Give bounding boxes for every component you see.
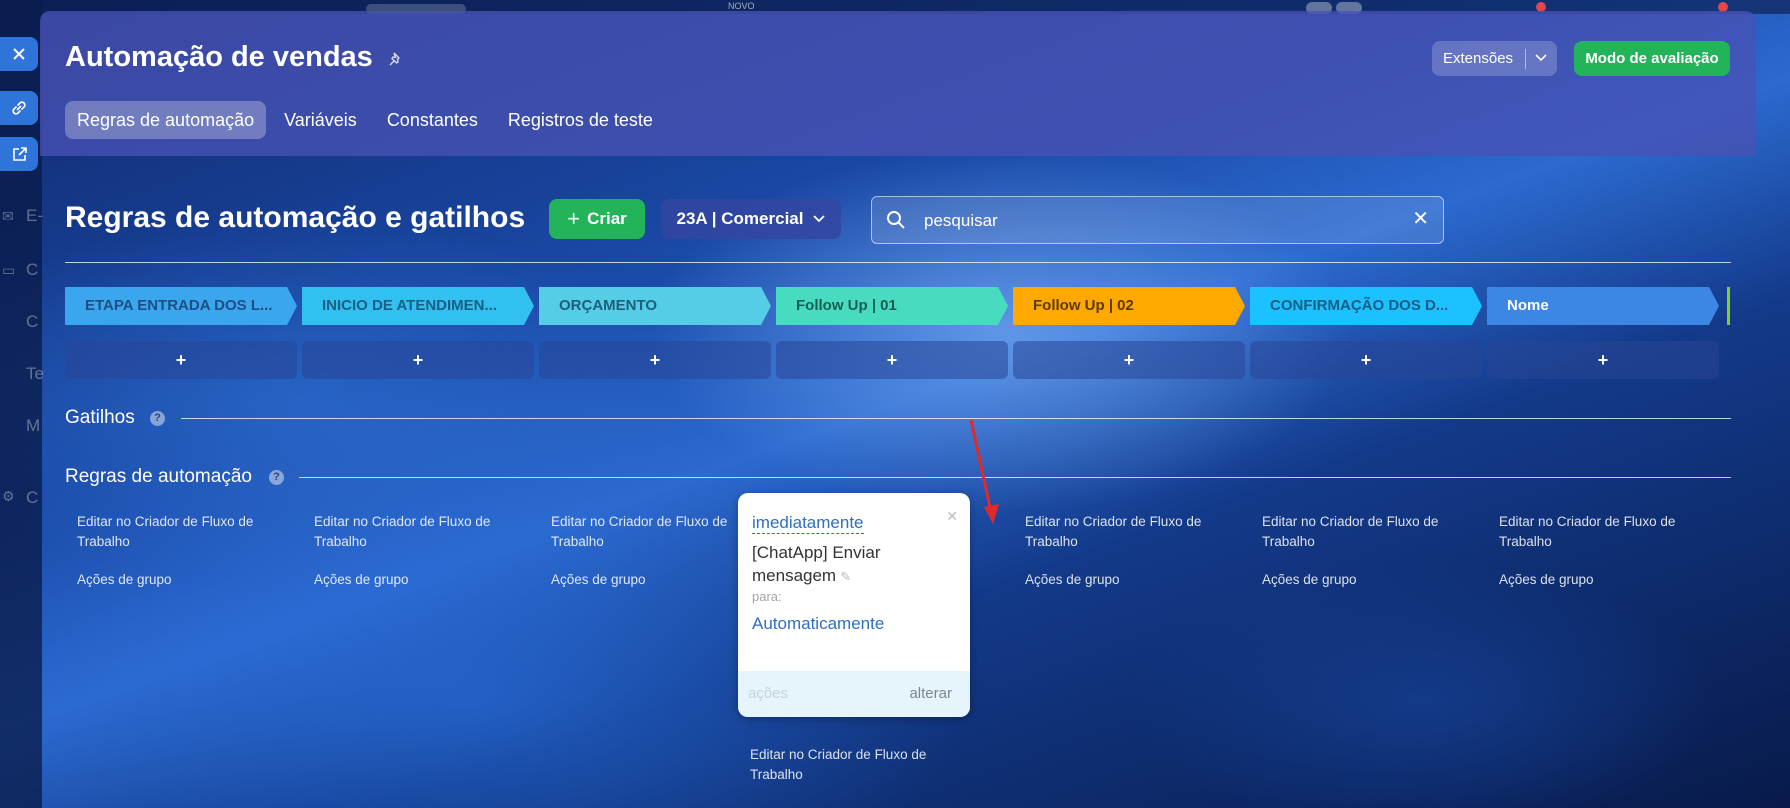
annotation-arrow-head <box>984 504 999 524</box>
annotation-arrow <box>969 419 999 524</box>
annotation-arrow-line <box>969 419 993 513</box>
